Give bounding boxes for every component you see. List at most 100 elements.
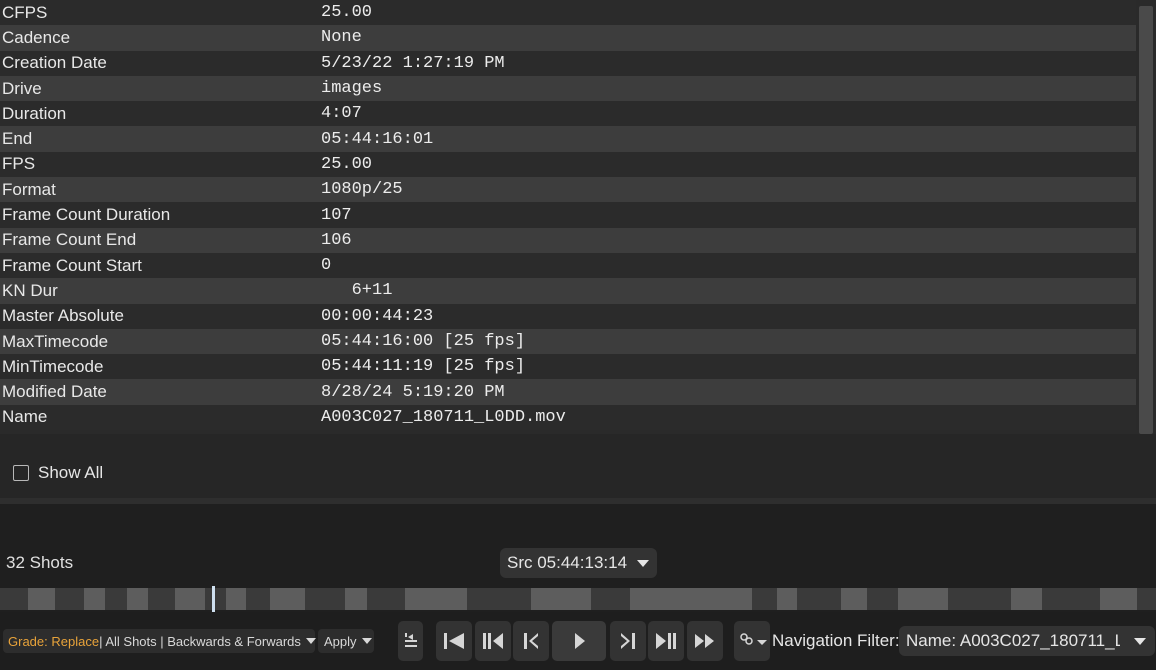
shot-segment[interactable]: [127, 588, 148, 610]
metadata-row[interactable]: Modified Date 8/28/24 5:19:20 PM: [0, 379, 1136, 405]
shot-segment[interactable]: [630, 588, 752, 610]
metadata-value: 8/28/24 5:19:20 PM: [321, 382, 505, 402]
shots-count: 32 Shots: [6, 553, 74, 572]
panel-divider[interactable]: [0, 498, 1156, 504]
metadata-value: None: [321, 28, 362, 48]
step-back-icon: [524, 633, 538, 649]
metadata-key: Master Absolute: [2, 306, 124, 326]
metadata-key: Format: [2, 179, 56, 199]
link-options-icon: [740, 633, 767, 645]
navigation-filter-dropdown[interactable]: Name: A003C027_180711_L0DD.mov: [899, 626, 1155, 656]
shot-segment[interactable]: [226, 588, 246, 610]
metadata-row[interactable]: Duration 4:07: [0, 101, 1136, 127]
next-frame-button[interactable]: [610, 621, 646, 661]
navigation-filter-value: Name: A003C027_180711_L0DD.mov: [906, 631, 1120, 650]
shot-segment[interactable]: [345, 588, 367, 610]
metadata-key: FPS: [2, 154, 36, 174]
metadata-key: Frame Count Start: [2, 255, 142, 275]
navigation-options-button[interactable]: [734, 621, 770, 661]
metadata-value: 1080p/25: [321, 180, 403, 200]
metadata-key: End: [2, 129, 33, 149]
previous-shot-button[interactable]: [475, 621, 511, 661]
metadata-row[interactable]: Frame Count End 106: [0, 227, 1136, 253]
metadata-row[interactable]: End 05:44:16:01: [0, 126, 1136, 152]
shot-segment[interactable]: [175, 588, 205, 610]
shot-timeline[interactable]: [0, 588, 1156, 610]
fast-forward-icon: [695, 634, 714, 648]
metadata-value: A003C027_180711_L0DD.mov: [321, 407, 566, 427]
show-all-checkbox[interactable]: [13, 465, 29, 481]
metadata-table: CFPS 25.00 Cadence None Creation Date 5/23/22…: [0, 0, 1136, 434]
shot-segment[interactable]: [84, 588, 105, 610]
metadata-row[interactable]: KN Dur 6+11: [0, 278, 1136, 304]
sync-arrows-icon: [404, 633, 417, 647]
metadata-row[interactable]: MaxTimecode 05:44:16:00 [25 fps]: [0, 328, 1136, 355]
metadata-key: Name: [2, 407, 48, 427]
metadata-row[interactable]: Master Absolute 00:00:44:23: [0, 303, 1136, 329]
chevron-down-icon: [1134, 638, 1146, 645]
metadata-key: CFPS: [2, 2, 48, 22]
shot-segment[interactable]: [1011, 588, 1042, 610]
show-all-area: Show All: [0, 434, 1156, 498]
apply-button[interactable]: Apply: [318, 629, 374, 653]
next-shot-icon: [656, 633, 676, 649]
chevron-down-icon: [637, 560, 649, 567]
navigation-filter-label: Navigation Filter:: [772, 631, 900, 650]
metadata-row[interactable]: CFPS 25.00: [0, 0, 1136, 26]
grade-mode-label: Grade: Replace: [8, 633, 100, 649]
src-timecode-label: Src 05:44:13:14: [507, 553, 628, 572]
metadata-row[interactable]: MinTimecode 05:44:11:19 [25 fps]: [0, 354, 1136, 380]
metadata-value: 05:44:16:01: [321, 129, 434, 149]
metadata-value: 25.00: [321, 3, 373, 23]
shot-segment[interactable]: [777, 588, 797, 610]
shot-segment[interactable]: [28, 588, 55, 610]
chevron-down-icon: [305, 638, 316, 644]
shot-segment[interactable]: [898, 588, 948, 610]
next-shot-button[interactable]: [648, 621, 684, 661]
previous-frame-button[interactable]: [513, 621, 549, 661]
metadata-key: KN Dur: [2, 280, 58, 300]
sync-toggle-button[interactable]: [398, 621, 423, 661]
metadata-key: Creation Date: [2, 53, 107, 73]
metadata-key: Modified Date: [2, 382, 107, 402]
metadata-row[interactable]: Frame Count Start 0: [0, 252, 1136, 279]
metadata-key: Frame Count Duration: [2, 205, 171, 225]
shot-segment[interactable]: [270, 588, 305, 610]
play-button[interactable]: [552, 621, 606, 661]
skip-to-start-icon: [444, 633, 464, 649]
grade-scope-label: | All Shots | Backwards & Forwards: [99, 633, 301, 649]
metadata-key: MinTimecode: [2, 356, 104, 376]
shot-segment[interactable]: [531, 588, 591, 610]
play-icon: [575, 633, 585, 649]
show-all-label[interactable]: Show All: [38, 463, 103, 483]
shot-segment[interactable]: [1100, 588, 1137, 610]
fast-forward-button[interactable]: [687, 621, 723, 661]
metadata-value: 6+11: [321, 281, 393, 301]
metadata-key: MaxTimecode: [2, 331, 109, 351]
playhead[interactable]: [212, 586, 215, 612]
apply-label: Apply: [324, 633, 357, 649]
metadata-row[interactable]: Frame Count Duration 107: [0, 202, 1136, 228]
metadata-key: Cadence: [2, 27, 71, 47]
go-to-first-button[interactable]: [436, 621, 472, 661]
metadata-row[interactable]: Format 1080p/25: [0, 177, 1136, 203]
metadata-row[interactable]: Name A003C027_180711_L0DD.mov: [0, 404, 1136, 431]
metadata-value: 05:44:16:00 [25 fps]: [321, 332, 526, 351]
metadata-row[interactable]: Creation Date 5/23/22 1:27:19 PM: [0, 50, 1136, 76]
metadata-key: Frame Count End: [2, 230, 137, 250]
scrollbar-thumb[interactable]: [1139, 6, 1153, 434]
metadata-row[interactable]: Drive images: [0, 75, 1136, 102]
shot-segment[interactable]: [841, 588, 867, 610]
metadata-row[interactable]: FPS 25.00: [0, 151, 1136, 178]
metadata-value: 106: [321, 230, 352, 250]
step-forward-icon: [621, 633, 635, 649]
metadata-value: images: [321, 79, 383, 99]
shot-segment[interactable]: [405, 588, 467, 610]
metadata-scrollbar[interactable]: [1136, 0, 1156, 434]
chevron-down-icon: [361, 638, 372, 644]
metadata-row[interactable]: Cadence None: [0, 25, 1136, 51]
grade-mode-dropdown[interactable]: Grade: Replace | All Shots | Backwards &…: [3, 629, 316, 653]
previous-shot-icon: [483, 633, 503, 649]
src-timecode-dropdown[interactable]: Src 05:44:13:14: [500, 548, 657, 578]
metadata-value: 25.00: [321, 154, 373, 174]
